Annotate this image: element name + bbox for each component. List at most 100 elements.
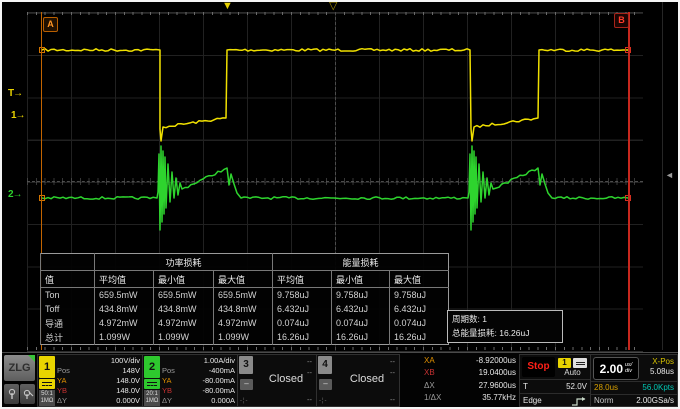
ch1-ya-value: 148.0V <box>116 376 140 386</box>
ch2-ya-value: -80.00mA <box>202 376 235 386</box>
col-header: 平均值 <box>95 271 154 288</box>
right-scroll-arrow-icon[interactable]: ◄ <box>665 170 674 180</box>
col-header: 平均值 <box>273 271 332 288</box>
cursor-a-badge[interactable]: A <box>43 17 58 32</box>
memory-depth-value: 56.0Kpts <box>642 382 674 394</box>
ch1-scale[interactable]: 100V/div <box>111 356 140 366</box>
ch2-position-marker[interactable]: 2→ <box>8 189 22 200</box>
ch1-position-marker[interactable]: 1→ <box>11 110 25 121</box>
ch1-badge[interactable]: 1 <box>39 356 55 378</box>
total-energy-text: 总能量损耗: 16.26uJ <box>452 326 562 340</box>
pointer-hand-icon <box>7 388 17 400</box>
ch4-minus-button[interactable]: – <box>319 379 332 390</box>
dx-label: ΔX <box>424 380 446 392</box>
ch2-yb-label: YB <box>162 386 172 396</box>
oscilloscope-screenshot: { "colors":{"ch1":"#f0e000","ch2":"#2ed4… <box>0 0 680 409</box>
table-row-label: Ton <box>41 288 95 303</box>
table-cell: 1.099W <box>214 330 273 345</box>
table-subheader-row: 值 平均值 最小值 最大值 平均值 最小值 最大值 <box>41 271 449 288</box>
inv-dx-value: 35.77kHz <box>482 392 516 404</box>
ch3-badge[interactable]: 3 <box>239 356 253 374</box>
channel1-panel: 1 50:1 1MΩ 100V/div Pos148V YA148.0V YB1… <box>37 354 143 407</box>
ch3-status: Closed <box>256 373 316 385</box>
ch2-badge[interactable]: 2 <box>144 356 160 378</box>
energy-summary-popup: 周期数: 1 总能量损耗: 16.26uJ <box>447 310 563 343</box>
table-row: Ton659.5mW659.5mW659.5mW9.758uJ9.758uJ9.… <box>41 288 449 303</box>
trigger-level-marker[interactable]: T→ <box>8 88 22 99</box>
zlg-logo: ZLG <box>4 355 35 381</box>
ch2-yb-value: -80.00mA <box>202 386 235 396</box>
ch2-dc-coupling-icon <box>144 379 160 389</box>
ch3-dash: -- <box>307 357 312 366</box>
ch1-probe-info[interactable]: 50:1 1MΩ <box>39 390 55 406</box>
ch2-pos-label: Pos <box>162 366 175 376</box>
ch2-impedance: 1MΩ <box>144 398 160 405</box>
trigger-source-badge[interactable]: 1 <box>558 358 571 368</box>
table-cell: 4.972mW <box>214 316 273 330</box>
ch1-pos-label: Pos <box>57 366 70 376</box>
trigger-level-label: T <box>523 380 528 393</box>
status-bar: ZLG 1 50:1 1MΩ 100V/div Pos <box>2 352 678 407</box>
table-cell: 0.074uJ <box>273 316 332 330</box>
measurement-table: 功率损耗 能量损耗 值 平均值 最小值 最大值 平均值 最小值 最大值 Ton6… <box>40 253 449 345</box>
trigger-display-icon[interactable] <box>573 358 587 368</box>
table-cell: 16.26uJ <box>332 330 390 345</box>
ch4-badge[interactable]: 4 <box>318 356 332 374</box>
trigger-type[interactable]: Edge <box>523 394 542 407</box>
ch2-probe-ratio: 20:1 <box>144 391 160 398</box>
ch1-yb-value: 148.0V <box>116 386 140 396</box>
table-cell: 9.758uJ <box>390 288 449 303</box>
table-cell: 4.972mW <box>154 316 214 330</box>
sample-rate-value: 2.00GSa/s <box>636 395 674 407</box>
cursor-b-badge[interactable]: B <box>614 13 629 28</box>
touch-swipe-button[interactable] <box>20 384 35 404</box>
swipe-hand-icon <box>22 388 34 400</box>
xpos-marker-icon[interactable]: ▼ <box>222 2 233 12</box>
trigger-panel: Stop 1 Auto T 52.0V Edge <box>519 354 591 407</box>
table-cell: 1.099W <box>95 330 154 345</box>
ch2-scale[interactable]: 1.00A/div <box>204 356 235 366</box>
trigger-level-value[interactable]: 52.0V <box>566 380 587 393</box>
rising-edge-icon <box>571 396 587 407</box>
touch-gesture-button[interactable] <box>4 384 19 404</box>
table-corner-cell <box>41 254 95 271</box>
ch1-trace <box>42 49 628 141</box>
table-cell: 434.8mW <box>214 302 273 316</box>
power-loss-group-header: 功率损耗 <box>95 254 273 271</box>
corner-flag-icon <box>28 355 35 362</box>
trigger-position-icon[interactable]: ▽ <box>329 2 337 12</box>
acquisition-state-button[interactable]: Stop <box>522 357 555 377</box>
trigger-mode[interactable]: Auto <box>557 368 588 377</box>
cursor-b-line[interactable] <box>628 12 630 350</box>
ch1-ya-label: YA <box>57 376 66 386</box>
ch2-pos-value: -400mA <box>209 366 235 376</box>
table-cell: 9.758uJ <box>273 288 332 303</box>
table-cell: 659.5mW <box>214 288 273 303</box>
ch1-impedance: 1MΩ <box>39 398 55 405</box>
ch4-dash: -- <box>390 357 395 366</box>
ch3-probe-mark: -¦- <box>240 398 249 404</box>
table-cell: 6.432uJ <box>273 302 332 316</box>
ch4-probe-mark: -¦- <box>319 398 328 404</box>
channel3-panel[interactable]: 3 – -¦- -- -- Closed -- <box>237 354 317 407</box>
table-cell: 434.8mW <box>154 302 214 316</box>
timebase-scale-button[interactable]: 2.00 us/div <box>593 357 639 380</box>
timebase-scale-value: 2.00 <box>600 362 623 376</box>
channel4-panel[interactable]: 4 – -¦- -- -- Closed -- <box>316 354 400 407</box>
xpos-value: 5.08us <box>650 367 674 377</box>
ch2-probe-info[interactable]: 20:1 1MΩ <box>144 390 160 406</box>
table-cell: 434.8mW <box>95 302 154 316</box>
xb-value: 19.0400us <box>479 367 516 379</box>
col-header: 最大值 <box>390 271 449 288</box>
table-cell: 6.432uJ <box>332 302 390 316</box>
col-header: 最大值 <box>214 271 273 288</box>
ch2-ya-label: YA <box>162 376 171 386</box>
ch3-minus-button[interactable]: – <box>240 379 253 390</box>
col-header: 最小值 <box>154 271 214 288</box>
ch1-dy-value: 0.000V <box>116 396 140 406</box>
table-cell: 9.758uJ <box>332 288 390 303</box>
acquire-mode[interactable]: Norm <box>594 395 614 407</box>
channel2-panel: 2 20:1 1MΩ 1.00A/div Pos -400mA YA -80.00m… <box>142 354 238 407</box>
table-row-label: 总计 <box>41 330 95 345</box>
xpos-label: X-Pos <box>650 357 674 367</box>
